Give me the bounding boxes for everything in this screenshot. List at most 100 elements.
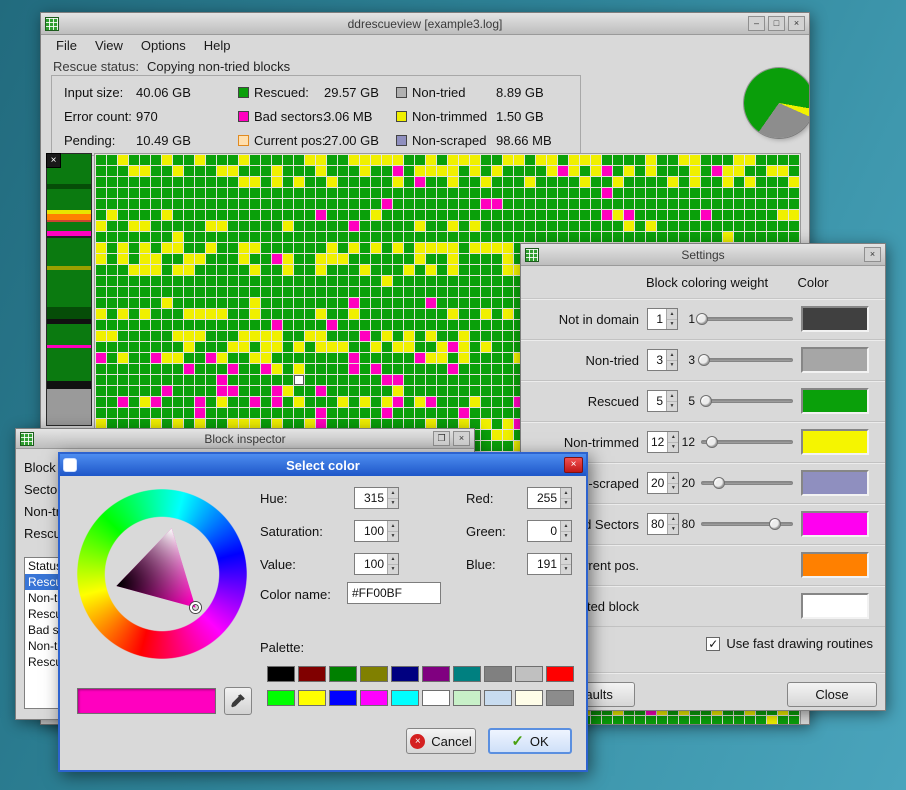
block-cell[interactable] — [316, 177, 326, 187]
block-cell[interactable] — [239, 221, 249, 231]
block-cell[interactable] — [393, 232, 403, 242]
block-cell[interactable] — [690, 155, 700, 165]
block-cell[interactable] — [470, 309, 480, 319]
block-cell[interactable] — [382, 166, 392, 176]
eyedropper-button[interactable] — [224, 687, 252, 715]
weight-slider[interactable] — [701, 463, 793, 503]
block-cell[interactable] — [701, 716, 711, 724]
block-cell[interactable] — [338, 265, 348, 275]
block-cell[interactable] — [173, 188, 183, 198]
block-cell[interactable] — [580, 210, 590, 220]
spinner-arrows[interactable]: ▲ ▼ — [560, 554, 571, 574]
fast-draw-option[interactable]: ✓ Use fast drawing routines — [706, 636, 873, 651]
block-cell[interactable] — [195, 309, 205, 319]
block-cell[interactable] — [470, 188, 480, 198]
main-titlebar[interactable]: ddrescueview [example3.log] – □ × — [41, 13, 809, 35]
palette-swatch[interactable] — [391, 666, 419, 682]
block-cell[interactable] — [602, 232, 612, 242]
block-cell[interactable] — [701, 155, 711, 165]
block-cell[interactable] — [635, 199, 645, 209]
block-cell[interactable] — [602, 221, 612, 231]
block-cell[interactable] — [393, 353, 403, 363]
block-cell[interactable] — [371, 155, 381, 165]
block-cell[interactable] — [294, 265, 304, 275]
block-cell[interactable] — [250, 408, 260, 418]
block-cell[interactable] — [745, 155, 755, 165]
block-cell[interactable] — [305, 265, 315, 275]
block-cell[interactable] — [778, 199, 788, 209]
block-cell[interactable] — [294, 342, 304, 352]
block-cell[interactable] — [261, 342, 271, 352]
block-cell[interactable] — [767, 166, 777, 176]
block-cell[interactable] — [107, 309, 117, 319]
block-cell[interactable] — [767, 716, 777, 724]
block-cell[interactable] — [162, 210, 172, 220]
block-cell[interactable] — [349, 221, 359, 231]
palette-swatch[interactable] — [298, 666, 326, 682]
block-cell[interactable] — [360, 408, 370, 418]
block-cell[interactable] — [272, 199, 282, 209]
block-cell[interactable] — [239, 397, 249, 407]
block-cell[interactable] — [459, 199, 469, 209]
block-cell[interactable] — [272, 342, 282, 352]
block-cell[interactable] — [129, 243, 139, 253]
block-cell[interactable] — [734, 177, 744, 187]
block-cell[interactable] — [492, 188, 502, 198]
block-cell[interactable] — [481, 375, 491, 385]
palette-swatch[interactable] — [453, 690, 481, 706]
block-cell[interactable] — [151, 188, 161, 198]
weight-slider[interactable] — [695, 299, 793, 339]
block-cell[interactable] — [371, 254, 381, 264]
block-cell[interactable] — [195, 408, 205, 418]
spin-up-icon[interactable]: ▲ — [561, 554, 571, 565]
block-cell[interactable] — [294, 188, 304, 198]
block-cell[interactable] — [426, 386, 436, 396]
block-cell[interactable] — [283, 320, 293, 330]
block-cell[interactable] — [745, 221, 755, 231]
block-cell[interactable] — [690, 166, 700, 176]
block-cell[interactable] — [140, 177, 150, 187]
block-cell[interactable] — [349, 298, 359, 308]
block-cell[interactable] — [305, 353, 315, 363]
block-cell[interactable] — [261, 232, 271, 242]
block-cell[interactable] — [195, 342, 205, 352]
block-cell[interactable] — [613, 232, 623, 242]
block-cell[interactable] — [404, 287, 414, 297]
block-cell[interactable] — [195, 221, 205, 231]
block-cell[interactable] — [96, 342, 106, 352]
block-cell[interactable] — [184, 210, 194, 220]
block-cell[interactable] — [426, 408, 436, 418]
block-cell[interactable] — [503, 177, 513, 187]
block-cell[interactable] — [118, 309, 128, 319]
spin-up-icon[interactable]: ▲ — [388, 521, 398, 532]
block-cell[interactable] — [261, 331, 271, 341]
block-cell[interactable] — [140, 386, 150, 396]
block-cell[interactable] — [393, 166, 403, 176]
block-cell[interactable] — [481, 298, 491, 308]
block-cell[interactable] — [525, 232, 535, 242]
block-cell[interactable] — [261, 243, 271, 253]
block-cell[interactable] — [360, 166, 370, 176]
block-cell[interactable] — [228, 320, 238, 330]
block-cell[interactable] — [173, 386, 183, 396]
block-cell[interactable] — [371, 221, 381, 231]
block-cell[interactable] — [503, 287, 513, 297]
block-cell[interactable] — [393, 375, 403, 385]
block-cell[interactable] — [459, 265, 469, 275]
spinbox[interactable]: 100 ▲ ▼ — [354, 520, 399, 542]
block-cell[interactable] — [283, 199, 293, 209]
block-cell[interactable] — [184, 232, 194, 242]
block-cell[interactable] — [481, 232, 491, 242]
block-cell[interactable] — [723, 232, 733, 242]
block-cell[interactable] — [492, 166, 502, 176]
block-cell[interactable] — [591, 716, 601, 724]
block-cell[interactable] — [327, 397, 337, 407]
block-cell[interactable] — [646, 716, 656, 724]
block-cell[interactable] — [470, 364, 480, 374]
block-cell[interactable] — [437, 386, 447, 396]
block-cell[interactable] — [404, 386, 414, 396]
block-cell[interactable] — [349, 155, 359, 165]
block-cell[interactable] — [272, 155, 282, 165]
block-cell[interactable] — [668, 177, 678, 187]
block-cell[interactable] — [437, 210, 447, 220]
